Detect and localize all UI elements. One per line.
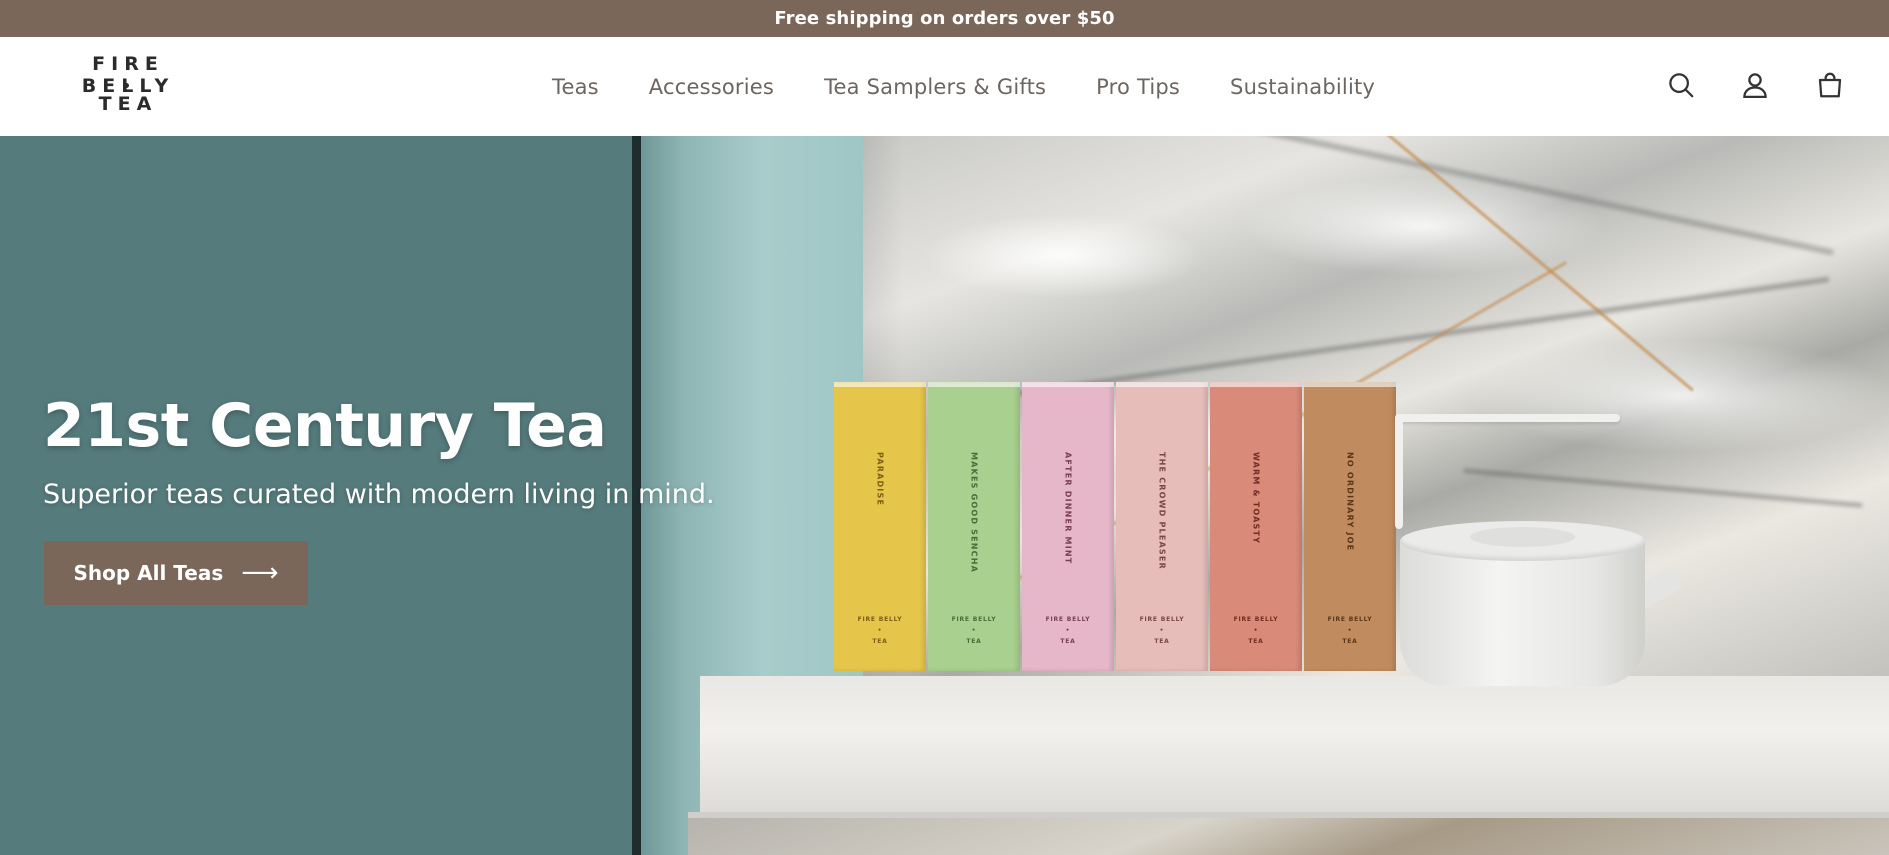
teapot-handle [1395, 414, 1620, 422]
hero-subtitle: Superior teas curated with modern living… [43, 479, 715, 510]
cart-icon[interactable] [1812, 67, 1848, 103]
tea-box: NO ORDINARY JOE FIRE BELLY • TEA [1304, 382, 1396, 671]
announcement-bar: Free shipping on orders over $50 [0, 0, 1889, 37]
arrow-right-icon: ⟶ [241, 558, 279, 588]
nav-item-sustainability[interactable]: Sustainability [1230, 75, 1375, 99]
tea-box-brand: FIRE BELLY • TEA [1327, 616, 1373, 645]
site-header: FIRE BELLY TEA Teas Accessories Tea Samp… [0, 37, 1889, 136]
nav-item-pro-tips[interactable]: Pro Tips [1096, 75, 1180, 99]
tea-box-brand: FIRE BELLY • TEA [857, 616, 903, 645]
tea-box: PARADISE FIRE BELLY • TEA [834, 382, 926, 671]
tea-box-brand: FIRE BELLY • TEA [1139, 616, 1185, 645]
hero-shelf [700, 676, 1889, 816]
nav-item-accessories[interactable]: Accessories [649, 75, 774, 99]
logo-line-2: TEA [98, 93, 158, 115]
shop-all-teas-button[interactable]: Shop All Teas ⟶ [44, 541, 308, 605]
announcement-text: Free shipping on orders over $50 [774, 8, 1115, 29]
hero-title: 21st Century Tea [43, 391, 607, 461]
tea-box-label: AFTER DINNER MINT [1063, 452, 1073, 565]
tea-box-brand: FIRE BELLY • TEA [1045, 616, 1091, 645]
logo[interactable]: FIRE BELLY TEA [42, 53, 214, 119]
tea-box-label: WARM & TOASTY [1251, 452, 1261, 545]
main-nav: Teas Accessories Tea Samplers & Gifts Pr… [552, 37, 1375, 136]
tea-box: MAKES GOOD SENCHA FIRE BELLY • TEA [928, 382, 1020, 671]
teapot-image [1400, 521, 1683, 686]
account-icon[interactable] [1737, 67, 1773, 103]
shop-all-teas-label: Shop All Teas [73, 561, 224, 585]
search-icon[interactable] [1663, 67, 1699, 103]
tea-box-brand: FIRE BELLY • TEA [1233, 616, 1279, 645]
tea-box-brand: FIRE BELLY • TEA [951, 616, 997, 645]
tea-box-label: NO ORDINARY JOE [1345, 452, 1355, 552]
hero-banner: PARADISE FIRE BELLY • TEA MAKES GOOD SENCHA F… [0, 136, 1889, 855]
nav-item-teas[interactable]: Teas [552, 75, 599, 99]
tea-box-label: THE CROWD PLEASER [1157, 452, 1167, 570]
tea-box-label: PARADISE [875, 452, 885, 507]
tea-box: WARM & TOASTY FIRE BELLY • TEA [1210, 382, 1302, 671]
logo-dot [124, 83, 129, 88]
nav-item-tea-samplers-gifts[interactable]: Tea Samplers & Gifts [824, 75, 1046, 99]
tea-box: THE CROWD PLEASER FIRE BELLY • TEA [1116, 382, 1208, 671]
tea-box: AFTER DINNER MINT FIRE BELLY • TEA [1022, 382, 1114, 671]
logo-line-1: FIRE BELLY [82, 53, 168, 97]
tea-box-label: MAKES GOOD SENCHA [969, 452, 979, 574]
